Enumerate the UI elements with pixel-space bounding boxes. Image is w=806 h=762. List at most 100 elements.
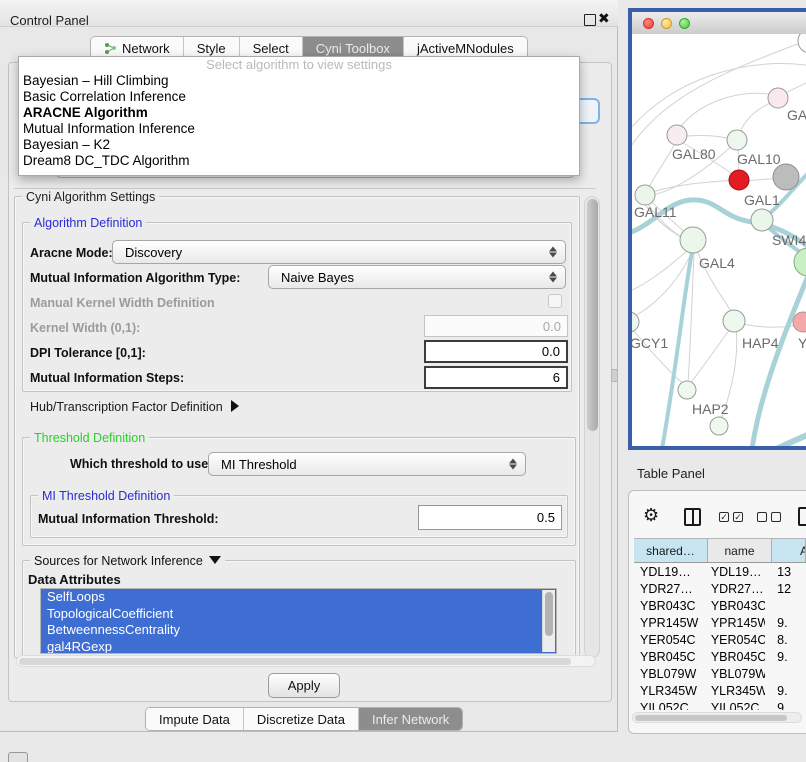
table-cell: 9. bbox=[765, 649, 806, 666]
new-table-icon[interactable] bbox=[798, 507, 806, 526]
table-row[interactable]: YLR345WYLR345W9. bbox=[634, 683, 806, 700]
table-row[interactable]: YBL079WYBL079W bbox=[634, 666, 806, 683]
network-node-hap2[interactable] bbox=[678, 381, 696, 399]
list-scrollbar[interactable] bbox=[542, 590, 555, 652]
table-row[interactable]: YBR043CYBR043C bbox=[634, 598, 806, 615]
network-icon bbox=[104, 42, 117, 55]
node-label: GAL10 bbox=[737, 151, 781, 167]
node-label: GAL11 bbox=[634, 204, 677, 220]
minimize-traffic-light-icon[interactable] bbox=[661, 18, 672, 29]
attribute-list-item[interactable]: TopologicalCoefficient bbox=[41, 606, 556, 623]
mi-type-select[interactable]: Naive Bayes bbox=[268, 265, 566, 289]
close-traffic-light-icon[interactable] bbox=[643, 18, 654, 29]
mi-steps-field[interactable]: 6 bbox=[424, 366, 568, 389]
network-node-y[interactable] bbox=[793, 312, 806, 332]
network-node-gal[interactable] bbox=[768, 88, 788, 108]
zoom-traffic-light-icon[interactable] bbox=[679, 18, 690, 29]
network-canvas[interactable]: GALGAL80GAL10GAL1GAL11SWI4GAL4GCY1HAP4YH… bbox=[632, 34, 806, 446]
algorithm-popup-placeholder: Select algorithm to view settings bbox=[19, 57, 579, 73]
deselect-all-columns-icon[interactable] bbox=[757, 512, 781, 522]
select-all-columns-icon[interactable]: ✓✓ bbox=[719, 512, 743, 522]
tab-infer-network[interactable]: Infer Network bbox=[359, 708, 462, 730]
mi-threshold-field[interactable]: 0.5 bbox=[418, 505, 562, 530]
apply-button[interactable]: Apply bbox=[268, 673, 340, 698]
network-node-gal10[interactable] bbox=[727, 130, 747, 150]
stepper-icon bbox=[549, 247, 557, 258]
algorithm-definition-title: Algorithm Definition bbox=[30, 216, 146, 230]
column-header[interactable]: name bbox=[708, 539, 772, 562]
dpi-tolerance-label: DPI Tolerance [0,1]: bbox=[30, 346, 146, 360]
tab-discretize-data[interactable]: Discretize Data bbox=[244, 708, 359, 730]
aracne-mode-select[interactable]: Discovery bbox=[112, 240, 566, 264]
aracne-mode-value: Discovery bbox=[125, 245, 182, 260]
algorithm-option[interactable]: Basic Correlation Inference bbox=[19, 89, 579, 105]
column-header[interactable]: shared… bbox=[634, 539, 708, 562]
table-cell: 9. bbox=[765, 700, 806, 710]
control-panel-title: Control Panel bbox=[10, 13, 89, 28]
table-row[interactable]: YPR145WYPR145W9. bbox=[634, 615, 806, 632]
tab-impute-data[interactable]: Impute Data bbox=[146, 708, 244, 730]
table-horizontal-scrollbar[interactable] bbox=[632, 712, 802, 723]
algorithm-option[interactable]: Bayesian – K2 bbox=[19, 137, 579, 153]
network-node-hap4[interactable] bbox=[723, 310, 745, 332]
algorithm-option[interactable]: ARACNE Algorithm bbox=[19, 105, 579, 121]
attribute-list-item[interactable]: gal4RGexp bbox=[41, 639, 556, 655]
manual-kernel-checkbox[interactable] bbox=[548, 294, 562, 308]
table-cell: YBL079W bbox=[634, 666, 703, 683]
hub-definition-toggle[interactable]: Hub/Transcription Factor Definition bbox=[30, 400, 239, 414]
network-node[interactable] bbox=[794, 248, 806, 276]
table-cell: 8. bbox=[765, 632, 806, 649]
dpi-tolerance-field[interactable]: 0.0 bbox=[424, 340, 568, 363]
algorithm-option[interactable]: Dream8 DC_TDC Algorithm bbox=[19, 153, 579, 169]
table-panel-title: Table Panel bbox=[637, 466, 705, 481]
node-label: HAP2 bbox=[692, 401, 729, 417]
network-node-gcy1[interactable] bbox=[632, 312, 639, 332]
data-attributes-label: Data Attributes bbox=[28, 572, 121, 587]
network-window-titlebar bbox=[632, 12, 806, 35]
settings-horizontal-scrollbar[interactable] bbox=[16, 655, 596, 667]
table-body: YDL19…YDL19…13YDR27…YDR27…12YBR043CYBR04… bbox=[634, 564, 806, 710]
attribute-list-item[interactable]: BetweennessCentrality bbox=[41, 622, 556, 639]
kernel-width-field[interactable]: 0.0 bbox=[424, 315, 568, 337]
split-columns-icon[interactable] bbox=[684, 508, 701, 526]
column-header[interactable]: A bbox=[772, 539, 806, 562]
network-node-swi4[interactable] bbox=[751, 209, 773, 231]
panel-corner-icon[interactable] bbox=[8, 752, 28, 762]
splitpane-handle[interactable] bbox=[611, 369, 618, 382]
network-node-gal4[interactable] bbox=[680, 227, 706, 253]
network-node[interactable] bbox=[773, 164, 799, 190]
table-row[interactable]: YDR27…YDR27…12 bbox=[634, 581, 806, 598]
network-node[interactable] bbox=[798, 34, 806, 53]
float-panel-icon[interactable] bbox=[584, 14, 596, 26]
which-threshold-select[interactable]: MI Threshold bbox=[208, 452, 526, 476]
network-node-gal80[interactable] bbox=[667, 125, 687, 145]
network-node-gal11[interactable] bbox=[635, 185, 655, 205]
chevron-down-icon bbox=[209, 556, 221, 564]
attribute-list-item[interactable]: SelfLoops bbox=[41, 589, 556, 606]
table-row[interactable]: YDL19…YDL19…13 bbox=[634, 564, 806, 581]
table-cell: YDL19… bbox=[703, 564, 765, 581]
gear-icon[interactable]: ⚙ bbox=[643, 505, 659, 526]
node-label: HAP4 bbox=[742, 335, 779, 351]
table-row[interactable]: YIL052CYIL052C9. bbox=[634, 700, 806, 710]
table-cell: YPR145W bbox=[703, 615, 765, 632]
table-row[interactable]: YBR045CYBR045C9. bbox=[634, 649, 806, 666]
node-label: GAL4 bbox=[699, 255, 735, 271]
node-label: SWI4 bbox=[772, 232, 806, 248]
settings-vertical-scrollbar[interactable] bbox=[584, 196, 600, 658]
table-cell bbox=[765, 666, 806, 683]
algorithm-option[interactable]: Mutual Information Inference bbox=[19, 121, 579, 137]
sources-toggle[interactable]: Sources for Network Inference bbox=[30, 554, 225, 568]
manual-kernel-label: Manual Kernel Width Definition bbox=[30, 296, 215, 310]
data-attributes-list: SelfLoopsTopologicalCoefficientBetweenne… bbox=[40, 588, 557, 654]
algorithm-dropdown-popup: Select algorithm to view settings Bayesi… bbox=[18, 56, 580, 176]
network-node[interactable] bbox=[710, 417, 728, 435]
algorithm-option[interactable]: Bayesian – Hill Climbing bbox=[19, 73, 579, 89]
table-row[interactable]: YER054CYER054C8. bbox=[634, 632, 806, 649]
close-icon[interactable]: ✖ bbox=[598, 10, 610, 27]
table-cell: 9. bbox=[765, 615, 806, 632]
tab-label: Network bbox=[122, 41, 170, 56]
section-divider bbox=[14, 188, 596, 189]
network-node-gal1[interactable] bbox=[729, 170, 749, 190]
stepper-icon bbox=[509, 459, 517, 470]
